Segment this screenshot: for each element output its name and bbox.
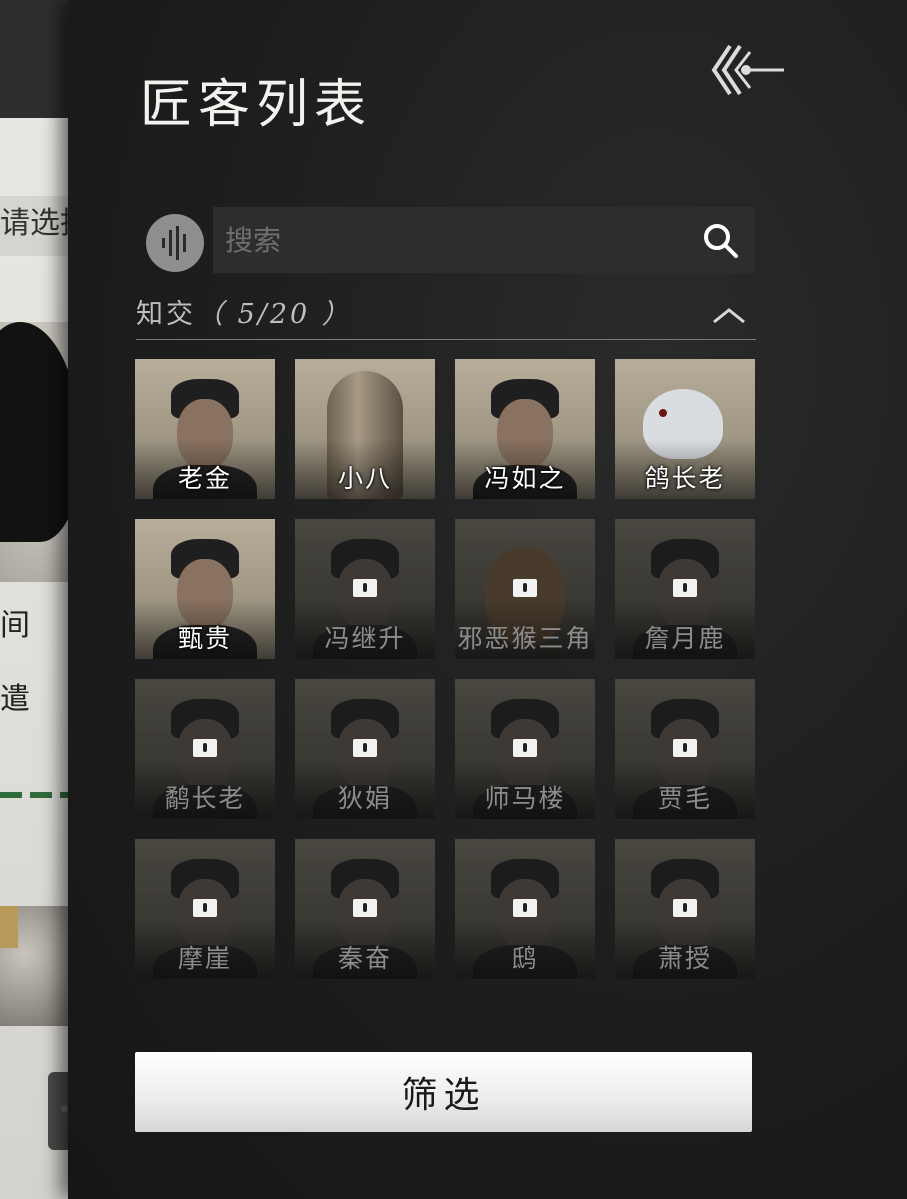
character-name: 小八 <box>337 464 392 493</box>
character-list-panel: 匠客列表 知交（ 5/20 ） <box>68 0 907 1199</box>
back-arrow-icon[interactable] <box>708 40 788 100</box>
character-name: 秦奋 <box>337 944 392 973</box>
voice-waveform-icon <box>162 226 186 260</box>
search-input[interactable] <box>213 207 683 273</box>
lock-icon <box>353 739 377 757</box>
filter-button-label: 筛选 <box>401 1075 486 1116</box>
lock-icon <box>673 739 697 757</box>
character-card[interactable]: 冯继升 <box>295 519 435 659</box>
character-name: 鹬长老 <box>164 784 246 813</box>
lock-icon <box>673 579 697 597</box>
character-card[interactable]: 邪恶猴三角 <box>455 519 595 659</box>
lock-icon <box>193 899 217 917</box>
section-title: 知交（ 5/20 ） <box>136 292 352 331</box>
character-name: 老金 <box>177 464 232 493</box>
character-name: 冯继升 <box>324 624 406 653</box>
filter-button[interactable]: 筛选 <box>135 1052 752 1132</box>
character-card[interactable]: 贾毛 <box>615 679 755 819</box>
character-card[interactable]: 鸱 <box>455 839 595 979</box>
character-card[interactable]: 秦奋 <box>295 839 435 979</box>
character-name: 萧授 <box>657 944 712 973</box>
character-card[interactable]: 詹月鹿 <box>615 519 755 659</box>
character-card[interactable]: 鹬长老 <box>135 679 275 819</box>
background-label-a: 间 <box>0 608 30 643</box>
character-name: 詹月鹿 <box>644 624 726 653</box>
lock-icon <box>193 739 217 757</box>
collapse-chevron-icon[interactable] <box>712 306 746 326</box>
character-name: 冯如之 <box>484 464 566 493</box>
character-name: 鸱 <box>511 944 539 973</box>
lock-icon <box>513 579 537 597</box>
character-card[interactable]: 甄贵 <box>135 519 275 659</box>
character-name: 甄贵 <box>177 624 232 653</box>
character-card[interactable]: 冯如之 <box>455 359 595 499</box>
character-card[interactable]: 师马楼 <box>455 679 595 819</box>
character-name: 邪恶猴三角 <box>457 624 593 653</box>
lock-icon <box>513 899 537 917</box>
lock-icon <box>673 899 697 917</box>
section-header[interactable]: 知交（ 5/20 ） <box>136 286 756 340</box>
page-title: 匠客列表 <box>140 75 373 135</box>
character-name: 摩崖 <box>177 944 232 973</box>
character-card[interactable]: 狄娟 <box>295 679 435 819</box>
character-name: 师马楼 <box>484 784 566 813</box>
character-card[interactable]: 老金 <box>135 359 275 499</box>
lock-icon <box>353 899 377 917</box>
voice-input-button[interactable] <box>146 214 204 272</box>
character-card[interactable]: 摩崖 <box>135 839 275 979</box>
character-name: 狄娟 <box>337 784 392 813</box>
background-tag <box>0 906 18 948</box>
background-label-b: 遣 <box>0 682 30 717</box>
section-count: （ 5/20 ） <box>196 299 352 330</box>
character-card[interactable]: 鸽长老 <box>615 359 755 499</box>
search-box <box>213 207 755 273</box>
character-name: 鸽长老 <box>644 464 726 493</box>
search-icon[interactable] <box>701 221 741 261</box>
character-name: 贾毛 <box>657 784 712 813</box>
character-card[interactable]: 小八 <box>295 359 435 499</box>
character-card[interactable]: 萧授 <box>615 839 755 979</box>
lock-icon <box>353 579 377 597</box>
character-grid: 老金 小八 冯如之 鸽长老甄贵 冯继升 邪恶猴三角 詹月鹿鹬长老 狄娟 师马楼 贾毛摩崖 秦奋 鸱 萧授 <box>135 359 757 979</box>
lock-icon <box>513 739 537 757</box>
section-name: 知交 <box>136 299 196 330</box>
